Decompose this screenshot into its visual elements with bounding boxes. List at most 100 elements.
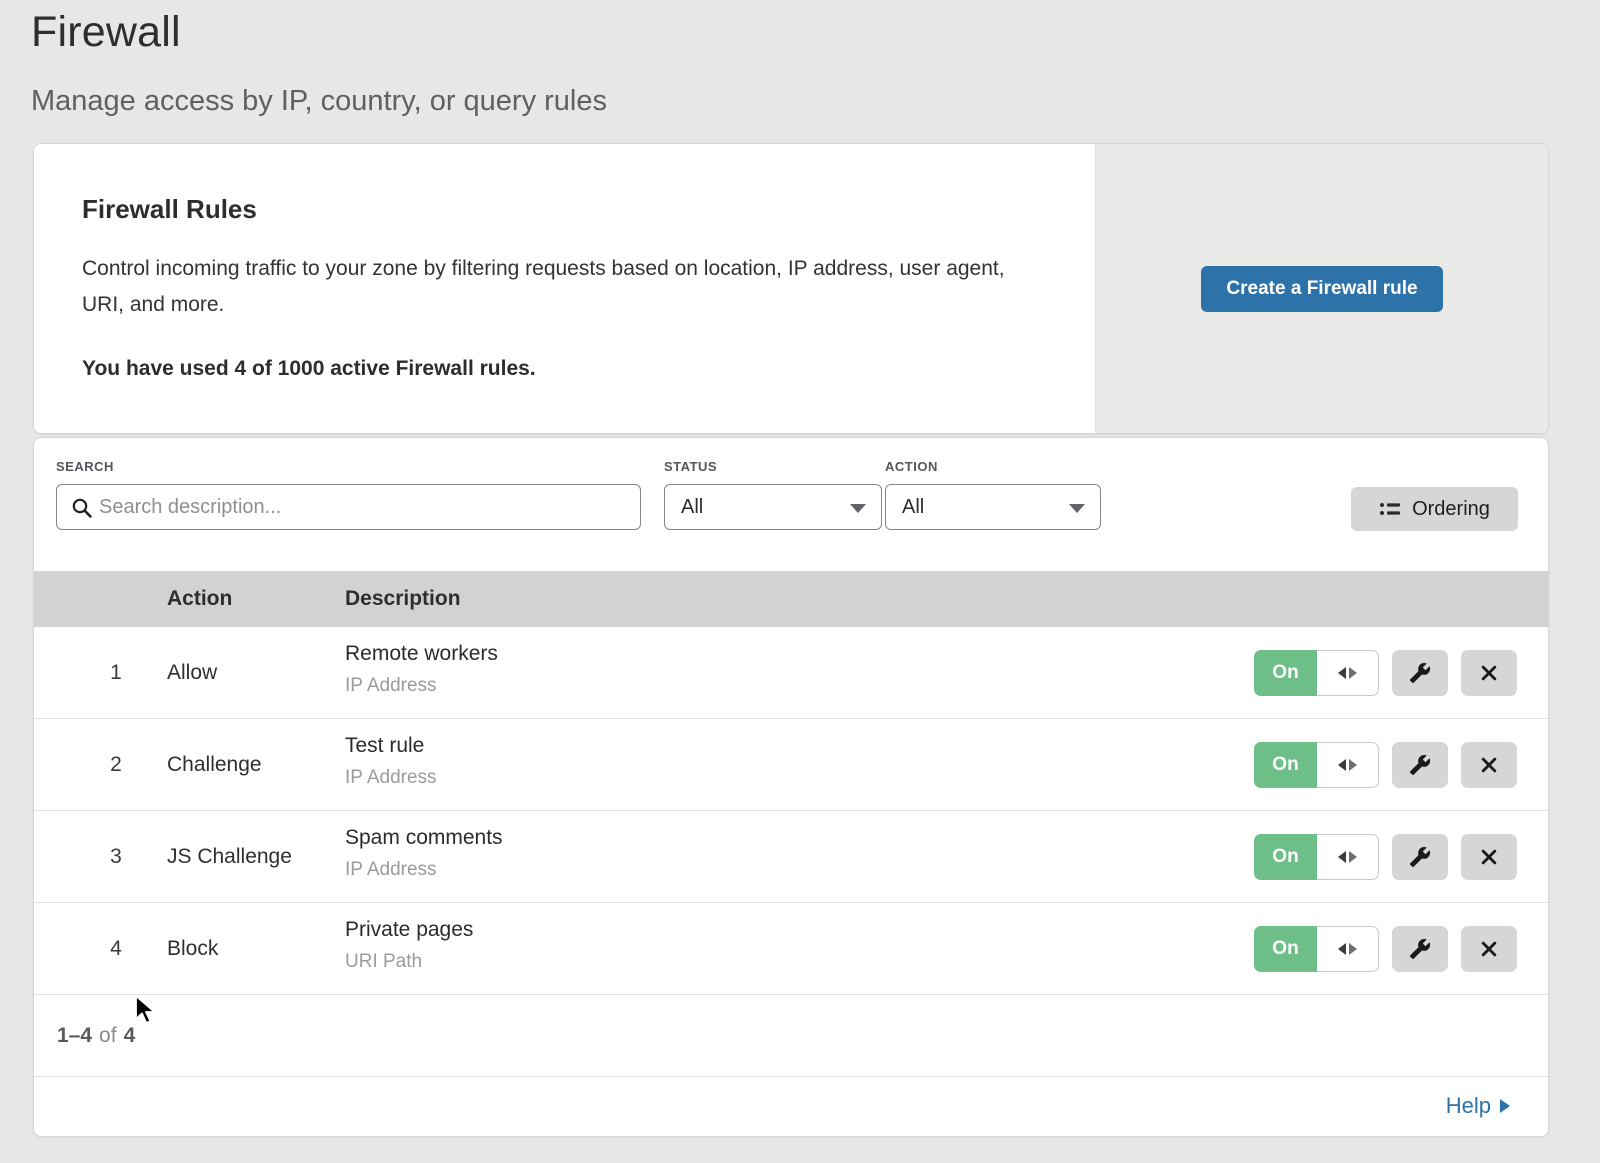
search-input[interactable] [99,485,634,529]
action-label: ACTION [885,459,1101,474]
rule-action: Allow [167,627,217,718]
wrench-icon [1409,846,1431,868]
ordering-button-label: Ordering [1412,498,1490,521]
rules-usage-note: You have used 4 of 1000 active Firewall … [82,357,1047,381]
status-label: STATUS [664,459,882,474]
triangle-left-icon [1338,851,1346,863]
rules-list-card: SEARCH STATUS All ACTION All [33,437,1549,1137]
table-row: 1 Allow Remote workers IP Address On [34,627,1548,719]
edit-rule-button[interactable] [1392,650,1448,696]
search-filter-group: SEARCH [56,459,641,530]
status-select[interactable]: All [664,484,882,530]
card-footer: Help [34,1077,1548,1137]
rule-match-field: URI Path [345,951,473,973]
firewall-rules-card: Firewall Rules Control incoming traffic … [33,143,1549,434]
page-header: Firewall Manage access by IP, country, o… [31,8,607,118]
rule-action: Block [167,903,218,994]
ordering-button[interactable]: Ordering [1351,487,1518,531]
wrench-icon [1409,754,1431,776]
create-rule-panel: Create a Firewall rule [1095,144,1548,433]
rule-description-cell: Test rule IP Address [345,734,437,789]
rule-priority: 2 [94,719,138,810]
status-selected-value: All [681,496,703,519]
rule-description-cell: Private pages URI Path [345,918,473,973]
wrench-icon [1409,938,1431,960]
edit-rule-button[interactable] [1392,834,1448,880]
toggle-on-label[interactable]: On [1254,834,1317,880]
triangle-right-icon [1349,943,1357,955]
rule-controls: On [1254,834,1517,880]
edit-rule-button[interactable] [1392,926,1448,972]
help-link-label: Help [1446,1093,1491,1119]
create-firewall-rule-button[interactable]: Create a Firewall rule [1201,266,1442,312]
rule-controls: On [1254,926,1517,972]
chevron-down-icon [850,504,866,513]
pagination-range: 1–4 [57,1024,92,1048]
delete-rule-button[interactable] [1461,834,1517,880]
delete-rule-button[interactable] [1461,926,1517,972]
wrench-icon [1409,662,1431,684]
toggle-drag-handle[interactable] [1317,650,1379,696]
close-icon [1479,939,1499,959]
rule-description: Test rule [345,734,437,758]
status-filter-group: STATUS All [664,459,882,530]
search-icon [71,497,93,519]
triangle-left-icon [1338,759,1346,771]
search-label: SEARCH [56,459,641,474]
rule-controls: On [1254,650,1517,696]
toggle-drag-handle[interactable] [1317,742,1379,788]
triangle-right-icon [1349,667,1357,679]
toggle-on-label[interactable]: On [1254,742,1317,788]
list-ordering-icon [1379,499,1401,519]
rule-priority: 4 [94,903,138,994]
action-selected-value: All [902,496,924,519]
rule-enabled-toggle[interactable]: On [1254,834,1379,880]
toggle-drag-handle[interactable] [1317,834,1379,880]
pagination-total: 4 [124,1024,136,1048]
rule-description: Spam comments [345,826,503,850]
delete-rule-button[interactable] [1461,650,1517,696]
column-header-description: Description [345,571,461,627]
column-header-action: Action [167,571,232,627]
action-filter-group: ACTION All [885,459,1101,530]
rule-match-field: IP Address [345,859,503,881]
help-link[interactable]: Help [1446,1093,1510,1119]
rule-description-cell: Remote workers IP Address [345,642,498,697]
toggle-on-label[interactable]: On [1254,650,1317,696]
rule-action: JS Challenge [167,811,292,902]
close-icon [1479,663,1499,683]
rule-action: Challenge [167,719,262,810]
triangle-left-icon [1338,667,1346,679]
search-box [56,484,641,530]
rules-table-body: 1 Allow Remote workers IP Address On [34,627,1548,995]
rule-controls: On [1254,742,1517,788]
card-heading: Firewall Rules [82,194,1047,225]
table-row: 2 Challenge Test rule IP Address On [34,719,1548,811]
chevron-right-icon [1500,1099,1510,1113]
page-title: Firewall [31,8,607,57]
edit-rule-button[interactable] [1392,742,1448,788]
table-header: Action Description [34,571,1548,627]
toggle-drag-handle[interactable] [1317,926,1379,972]
triangle-left-icon [1338,943,1346,955]
rule-enabled-toggle[interactable]: On [1254,650,1379,696]
rule-enabled-toggle[interactable]: On [1254,926,1379,972]
triangle-right-icon [1349,759,1357,771]
delete-rule-button[interactable] [1461,742,1517,788]
close-icon [1479,755,1499,775]
rule-description: Remote workers [345,642,498,666]
rule-enabled-toggle[interactable]: On [1254,742,1379,788]
table-row: 4 Block Private pages URI Path On [34,903,1548,995]
toggle-on-label[interactable]: On [1254,926,1317,972]
table-row: 3 JS Challenge Spam comments IP Address … [34,811,1548,903]
rule-match-field: IP Address [345,675,498,697]
rule-priority: 3 [94,811,138,902]
rule-match-field: IP Address [345,767,437,789]
close-icon [1479,847,1499,867]
pagination: 1–4 of 4 [34,995,1548,1077]
action-select[interactable]: All [885,484,1101,530]
card-description: Control incoming traffic to your zone by… [82,251,1032,323]
rule-description-cell: Spam comments IP Address [345,826,503,881]
pagination-of: of [99,1024,117,1048]
page-subtitle: Manage access by IP, country, or query r… [31,85,607,118]
